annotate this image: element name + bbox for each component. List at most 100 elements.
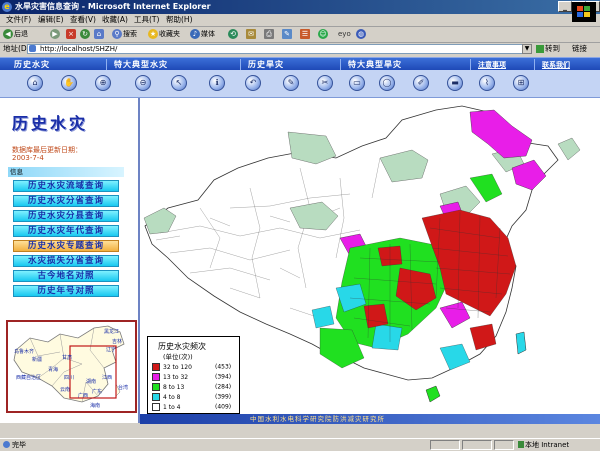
legend-count: (399) [215, 393, 232, 401]
history-button[interactable]: ⟲ [228, 28, 239, 40]
minimap-label: 海南 [90, 403, 101, 409]
clip-icon[interactable]: ✂ [317, 75, 333, 91]
query-flood-by-topic-button[interactable]: 历史水灾专题查询 [13, 240, 119, 252]
forward-arrow-icon: ▶ [50, 29, 60, 39]
address-input[interactable]: http://localhost/SHZH/ [27, 44, 532, 54]
go-label: 转到 [545, 44, 560, 53]
media-label: 媒体 [201, 30, 215, 38]
draw-icon[interactable]: ✐ [413, 75, 429, 91]
home-button[interactable]: ⌂ [94, 28, 105, 40]
status-text: 完毕 [12, 441, 26, 449]
query-flood-by-era-button[interactable]: 历史水灾年代查询 [13, 225, 119, 237]
zoom-out-icon[interactable]: ⊖ [135, 75, 151, 91]
minimap-label: 广西 [78, 393, 89, 399]
print-button[interactable]: ⎙ [264, 28, 275, 40]
refresh-icon: ↻ [80, 29, 90, 39]
legend-range: 32 to 120 [163, 363, 192, 371]
era-name-lookup-button[interactable]: 历史年号对照 [13, 285, 119, 297]
overview-map[interactable]: 黑龙江 吉林 辽宁 乌鲁木齐 新疆 甘肃 西藏自治区 青海 四川 云南 广西 广… [6, 320, 137, 413]
select-icon[interactable]: ↖ [171, 75, 187, 91]
query-flood-by-province-button[interactable]: 历史水灾分省查询 [13, 195, 119, 207]
minimap-label: 台湾 [118, 385, 129, 391]
circle-icon[interactable]: ◯ [379, 75, 395, 91]
address-dropdown-icon[interactable]: ▼ [522, 44, 532, 54]
menu-edit[interactable]: 编辑(E) [38, 14, 64, 26]
print-icon: ⎙ [264, 29, 274, 39]
favorites-button[interactable]: ★ 收藏夹 [148, 28, 180, 40]
pen-icon[interactable]: ✎ [283, 75, 299, 91]
undo-icon[interactable]: ↶ [245, 75, 261, 91]
stop-icon: × [66, 29, 76, 39]
discuss-button[interactable]: ☰ [300, 28, 311, 40]
minimap-label: 云南 [60, 387, 71, 393]
address-bar: 地址(D) http://localhost/SHZH/ ▼ 转到 链接 [0, 43, 600, 55]
menu-view[interactable]: 查看(V) [70, 14, 96, 26]
menu-favorites[interactable]: 收藏(A) [102, 14, 128, 26]
status-panel [430, 440, 460, 450]
menu-tools[interactable]: 工具(T) [134, 14, 159, 26]
query-flood-loss-by-province-button[interactable]: 水灾损失分省查询 [13, 255, 119, 267]
place-name-lookup-button[interactable]: 古今地名对照 [13, 270, 119, 282]
stop-button[interactable]: × [66, 28, 77, 40]
go-arrow-icon [536, 45, 544, 53]
legend-swatch [152, 373, 160, 381]
menu-file[interactable]: 文件(F) [6, 14, 31, 26]
globe-icon: ◍ [356, 29, 366, 39]
eyo-button[interactable]: eyo [338, 28, 351, 40]
status-bar: 完毕 本地 Intranet [0, 438, 600, 451]
address-label: 地址(D) [3, 44, 30, 53]
measure-icon[interactable]: ⌇ [479, 75, 495, 91]
line-icon[interactable]: ▬ [447, 75, 463, 91]
minimap-label: 西藏自治区 [16, 375, 42, 381]
window-title: 水旱灾害信息查询 - Microsoft Internet Explorer [15, 2, 211, 11]
search-button[interactable]: ⚲ 搜索 [112, 28, 137, 40]
tool-extra-button[interactable]: ◍ [356, 28, 367, 40]
legend-swatch [152, 383, 160, 391]
overview-map-graphic [13, 325, 125, 403]
intranet-zone-icon [518, 441, 524, 448]
messenger-button[interactable]: ☺ [318, 28, 329, 40]
map-legend: 历史水灾频次 (单位(次)) 32 to 120 (453) 13 to 32 (3… [147, 336, 240, 414]
zoom-in-icon[interactable]: ⊕ [95, 75, 111, 91]
query-flood-by-county-button[interactable]: 历史水灾分县查询 [13, 210, 119, 222]
legend-range: 8 to 13 [163, 383, 185, 391]
forward-button[interactable]: ▶ [50, 28, 61, 40]
go-button[interactable]: 转到 [536, 43, 560, 55]
refresh-button[interactable]: ↻ [80, 28, 91, 40]
minimize-button[interactable]: _ [558, 1, 572, 12]
back-button[interactable]: ◀ 后退 [3, 28, 28, 40]
messenger-icon: ☺ [318, 29, 328, 39]
minimap-label: 乌鲁木齐 [14, 349, 35, 355]
identify-icon[interactable]: ℹ [209, 75, 225, 91]
media-button[interactable]: ♪ 媒体 [190, 28, 215, 40]
minimap-label: 辽宁 [106, 347, 117, 353]
full-extent-icon[interactable]: ⌂ [27, 75, 43, 91]
nav-divider [534, 59, 535, 70]
panel-title: 历史水灾 [12, 114, 89, 133]
legend-row: 8 to 13 (284) [152, 383, 231, 392]
legend-row: 13 to 32 (394) [152, 373, 231, 382]
menu-help[interactable]: 帮助(H) [166, 14, 193, 26]
windows-logo-icon [572, 2, 596, 22]
legend-range: 4 to 8 [163, 393, 181, 401]
rectangle-icon[interactable]: ▭ [349, 75, 365, 91]
hainan-island [425, 385, 441, 403]
legend-count: (453) [215, 363, 232, 371]
history-icon: ⟲ [228, 29, 238, 39]
browser-toolbar: ◀ 后退 ▶ × ↻ ⌂ ⚲ 搜索 ★ 收藏夹 ♪ 媒体 ⟲ ✉ ⎙ ✎ ☰ ☺ eyo… [0, 27, 600, 43]
layers-icon[interactable]: ⊞ [513, 75, 529, 91]
page-icon [29, 45, 36, 52]
nav-divider [340, 59, 341, 70]
query-flood-by-basin-button[interactable]: 历史水灾流域查询 [13, 180, 119, 192]
links-button[interactable]: 链接 [572, 43, 587, 55]
home-icon: ⌂ [94, 29, 104, 39]
edit-button[interactable]: ✎ [282, 28, 293, 40]
nav-divider [106, 59, 107, 70]
pan-icon[interactable]: ✋ [61, 75, 77, 91]
minimap-label: 吉林 [112, 339, 123, 345]
mail-button[interactable]: ✉ [246, 28, 257, 40]
media-icon: ♪ [190, 29, 200, 39]
minimap-label: 新疆 [32, 357, 43, 363]
menu-bar: 文件(F) 编辑(E) 查看(V) 收藏(A) 工具(T) 帮助(H) [0, 14, 600, 27]
ie-icon: e [2, 2, 12, 12]
